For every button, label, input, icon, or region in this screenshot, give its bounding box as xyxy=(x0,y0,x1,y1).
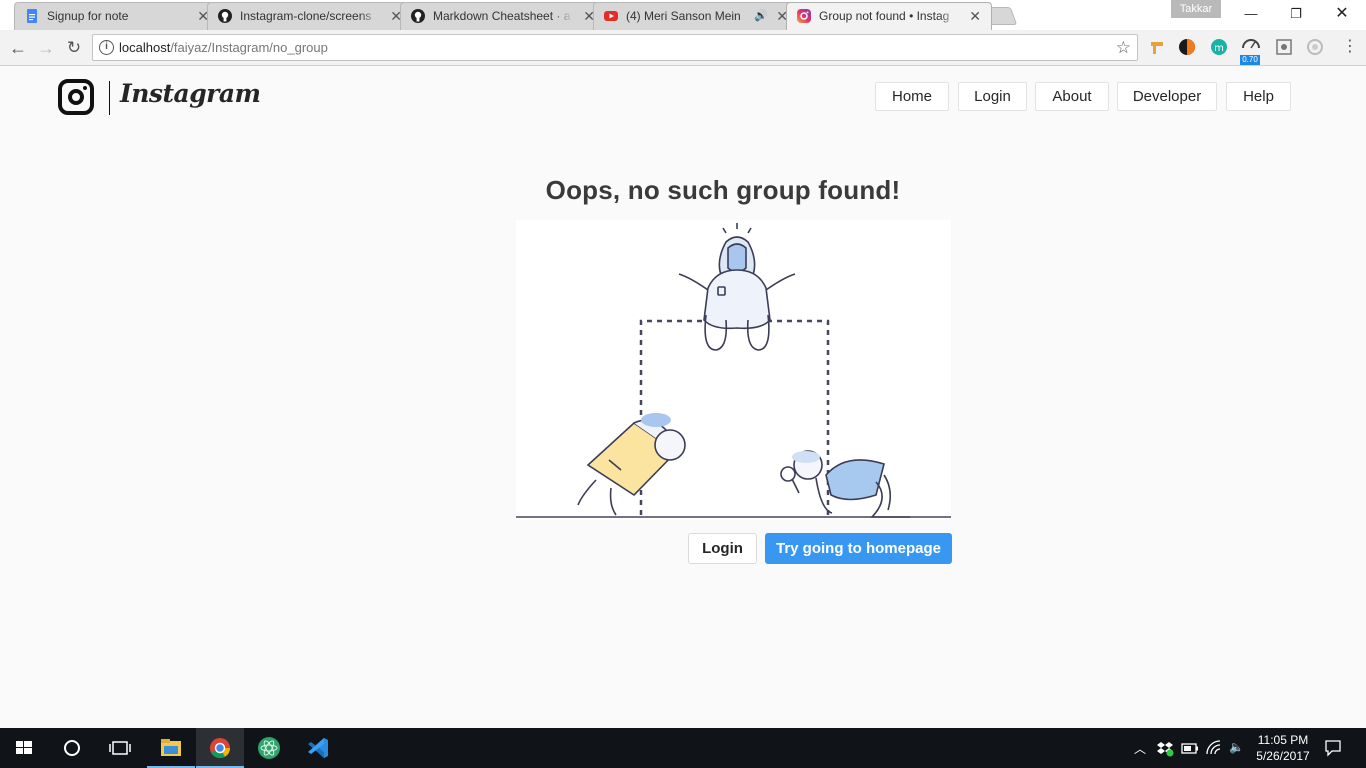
extension-icon[interactable] xyxy=(1306,38,1324,56)
tab-title: Markdown Cheatsheet · a xyxy=(433,9,573,23)
tab-title: (4) Meri Sanson Mein xyxy=(626,9,766,23)
close-window-icon[interactable]: ✕ xyxy=(1319,0,1365,28)
tab-markdown-cheatsheet[interactable]: Markdown Cheatsheet · a ✕ xyxy=(400,2,606,30)
action-center-icon[interactable] xyxy=(1324,739,1342,757)
instagram-icon xyxy=(797,9,811,23)
address-bar[interactable]: i localhost/faiyaz/Instagram/no_group ☆ xyxy=(92,34,1138,61)
clock-time: 11:05 PM xyxy=(1257,733,1309,747)
extension-icon[interactable] xyxy=(1178,38,1196,56)
speaker-icon[interactable]: 🔊 xyxy=(754,9,768,22)
github-icon xyxy=(411,9,425,23)
tab-title: Instagram-clone/screens xyxy=(240,9,380,23)
login-button[interactable]: Login xyxy=(688,533,757,564)
tab-title: Group not found • Instag xyxy=(819,9,959,23)
youtube-icon xyxy=(604,11,618,21)
minimize-icon[interactable]: — xyxy=(1228,0,1274,28)
system-clock[interactable]: 11:05 PM 5/26/2017 xyxy=(1250,732,1316,764)
windows-start-icon[interactable] xyxy=(0,728,48,768)
extension-icon[interactable] xyxy=(1275,38,1293,56)
page-title: Oops, no such group found! xyxy=(545,175,901,205)
gauge-icon xyxy=(1242,39,1260,49)
searching-people-illustration xyxy=(516,220,951,520)
extension-icon[interactable]: m xyxy=(1210,38,1228,56)
tab-instagram-clone[interactable]: Instagram-clone/screens ✕ xyxy=(207,2,413,30)
url-host: localhost xyxy=(119,40,171,55)
nav-home[interactable]: Home xyxy=(875,82,949,111)
tab-youtube-music[interactable]: (4) Meri Sanson Mein 🔊 ✕ xyxy=(593,2,799,30)
extension-icon[interactable]: 0.70 xyxy=(1240,36,1262,65)
profile-badge[interactable]: Takkar xyxy=(1171,0,1221,18)
url-text[interactable]: localhost/faiyaz/Instagram/no_group xyxy=(119,40,328,55)
close-tab-icon[interactable]: ✕ xyxy=(969,8,981,24)
file-explorer-icon[interactable] xyxy=(147,728,195,768)
restore-icon[interactable]: ❐ xyxy=(1273,0,1319,28)
tab-group-not-found[interactable]: Group not found • Instag ✕ xyxy=(786,2,992,30)
illustration-drawing xyxy=(516,223,951,518)
brand-wordmark: Instagram xyxy=(120,79,261,108)
url-path: /faiyaz/Instagram/no_group xyxy=(170,40,328,55)
volume-icon[interactable]: 🔈 xyxy=(1229,740,1244,754)
info-icon[interactable]: i xyxy=(99,40,114,55)
battery-icon[interactable] xyxy=(1181,741,1199,755)
menu-dots-icon[interactable]: ⋮ xyxy=(1342,36,1358,60)
back-arrow-icon[interactable]: ← xyxy=(6,36,30,60)
logo-divider xyxy=(109,81,110,115)
browser-toolbar: ← → ↻ i localhost/faiyaz/Instagram/no_gr… xyxy=(0,30,1366,66)
page-content: Instagram Home Login About Developer Hel… xyxy=(0,67,1366,728)
extension-badge: 0.70 xyxy=(1240,55,1260,65)
nav-about[interactable]: About xyxy=(1035,82,1109,111)
google-docs-icon xyxy=(27,9,37,23)
svg-text:m: m xyxy=(1214,43,1224,54)
dropbox-icon[interactable] xyxy=(1157,739,1175,757)
instagram-icon xyxy=(58,79,94,115)
github-icon xyxy=(218,9,232,23)
clock-date: 5/26/2017 xyxy=(1256,749,1310,763)
tab-title: Signup for note xyxy=(47,9,187,23)
cortana-search-icon[interactable] xyxy=(48,728,96,768)
site-logo[interactable]: Instagram xyxy=(58,79,261,119)
windows-taskbar: ︿ 🔈 11:05 PM 5/26/2017 xyxy=(0,728,1366,768)
go-home-button[interactable]: Try going to homepage xyxy=(765,533,952,564)
nav-login[interactable]: Login xyxy=(958,82,1027,111)
reload-icon[interactable]: ↻ xyxy=(62,36,86,60)
nav-developer[interactable]: Developer xyxy=(1117,82,1217,111)
forward-arrow-icon[interactable]: → xyxy=(34,36,58,60)
nav-help[interactable]: Help xyxy=(1226,82,1291,111)
extension-icon[interactable] xyxy=(1148,38,1166,56)
wifi-icon[interactable] xyxy=(1206,740,1222,756)
tab-signup-for-note[interactable]: Signup for note ✕ xyxy=(14,2,220,30)
task-view-icon[interactable] xyxy=(96,728,144,768)
bookmark-star-icon[interactable]: ☆ xyxy=(1116,38,1131,58)
browser-tab-strip: Signup for note ✕ Instagram-clone/screen… xyxy=(0,0,1366,30)
tray-overflow-icon[interactable]: ︿ xyxy=(1134,740,1146,757)
chrome-icon[interactable] xyxy=(196,728,244,768)
vscode-icon[interactable] xyxy=(294,728,342,768)
atom-editor-icon[interactable] xyxy=(245,728,293,768)
